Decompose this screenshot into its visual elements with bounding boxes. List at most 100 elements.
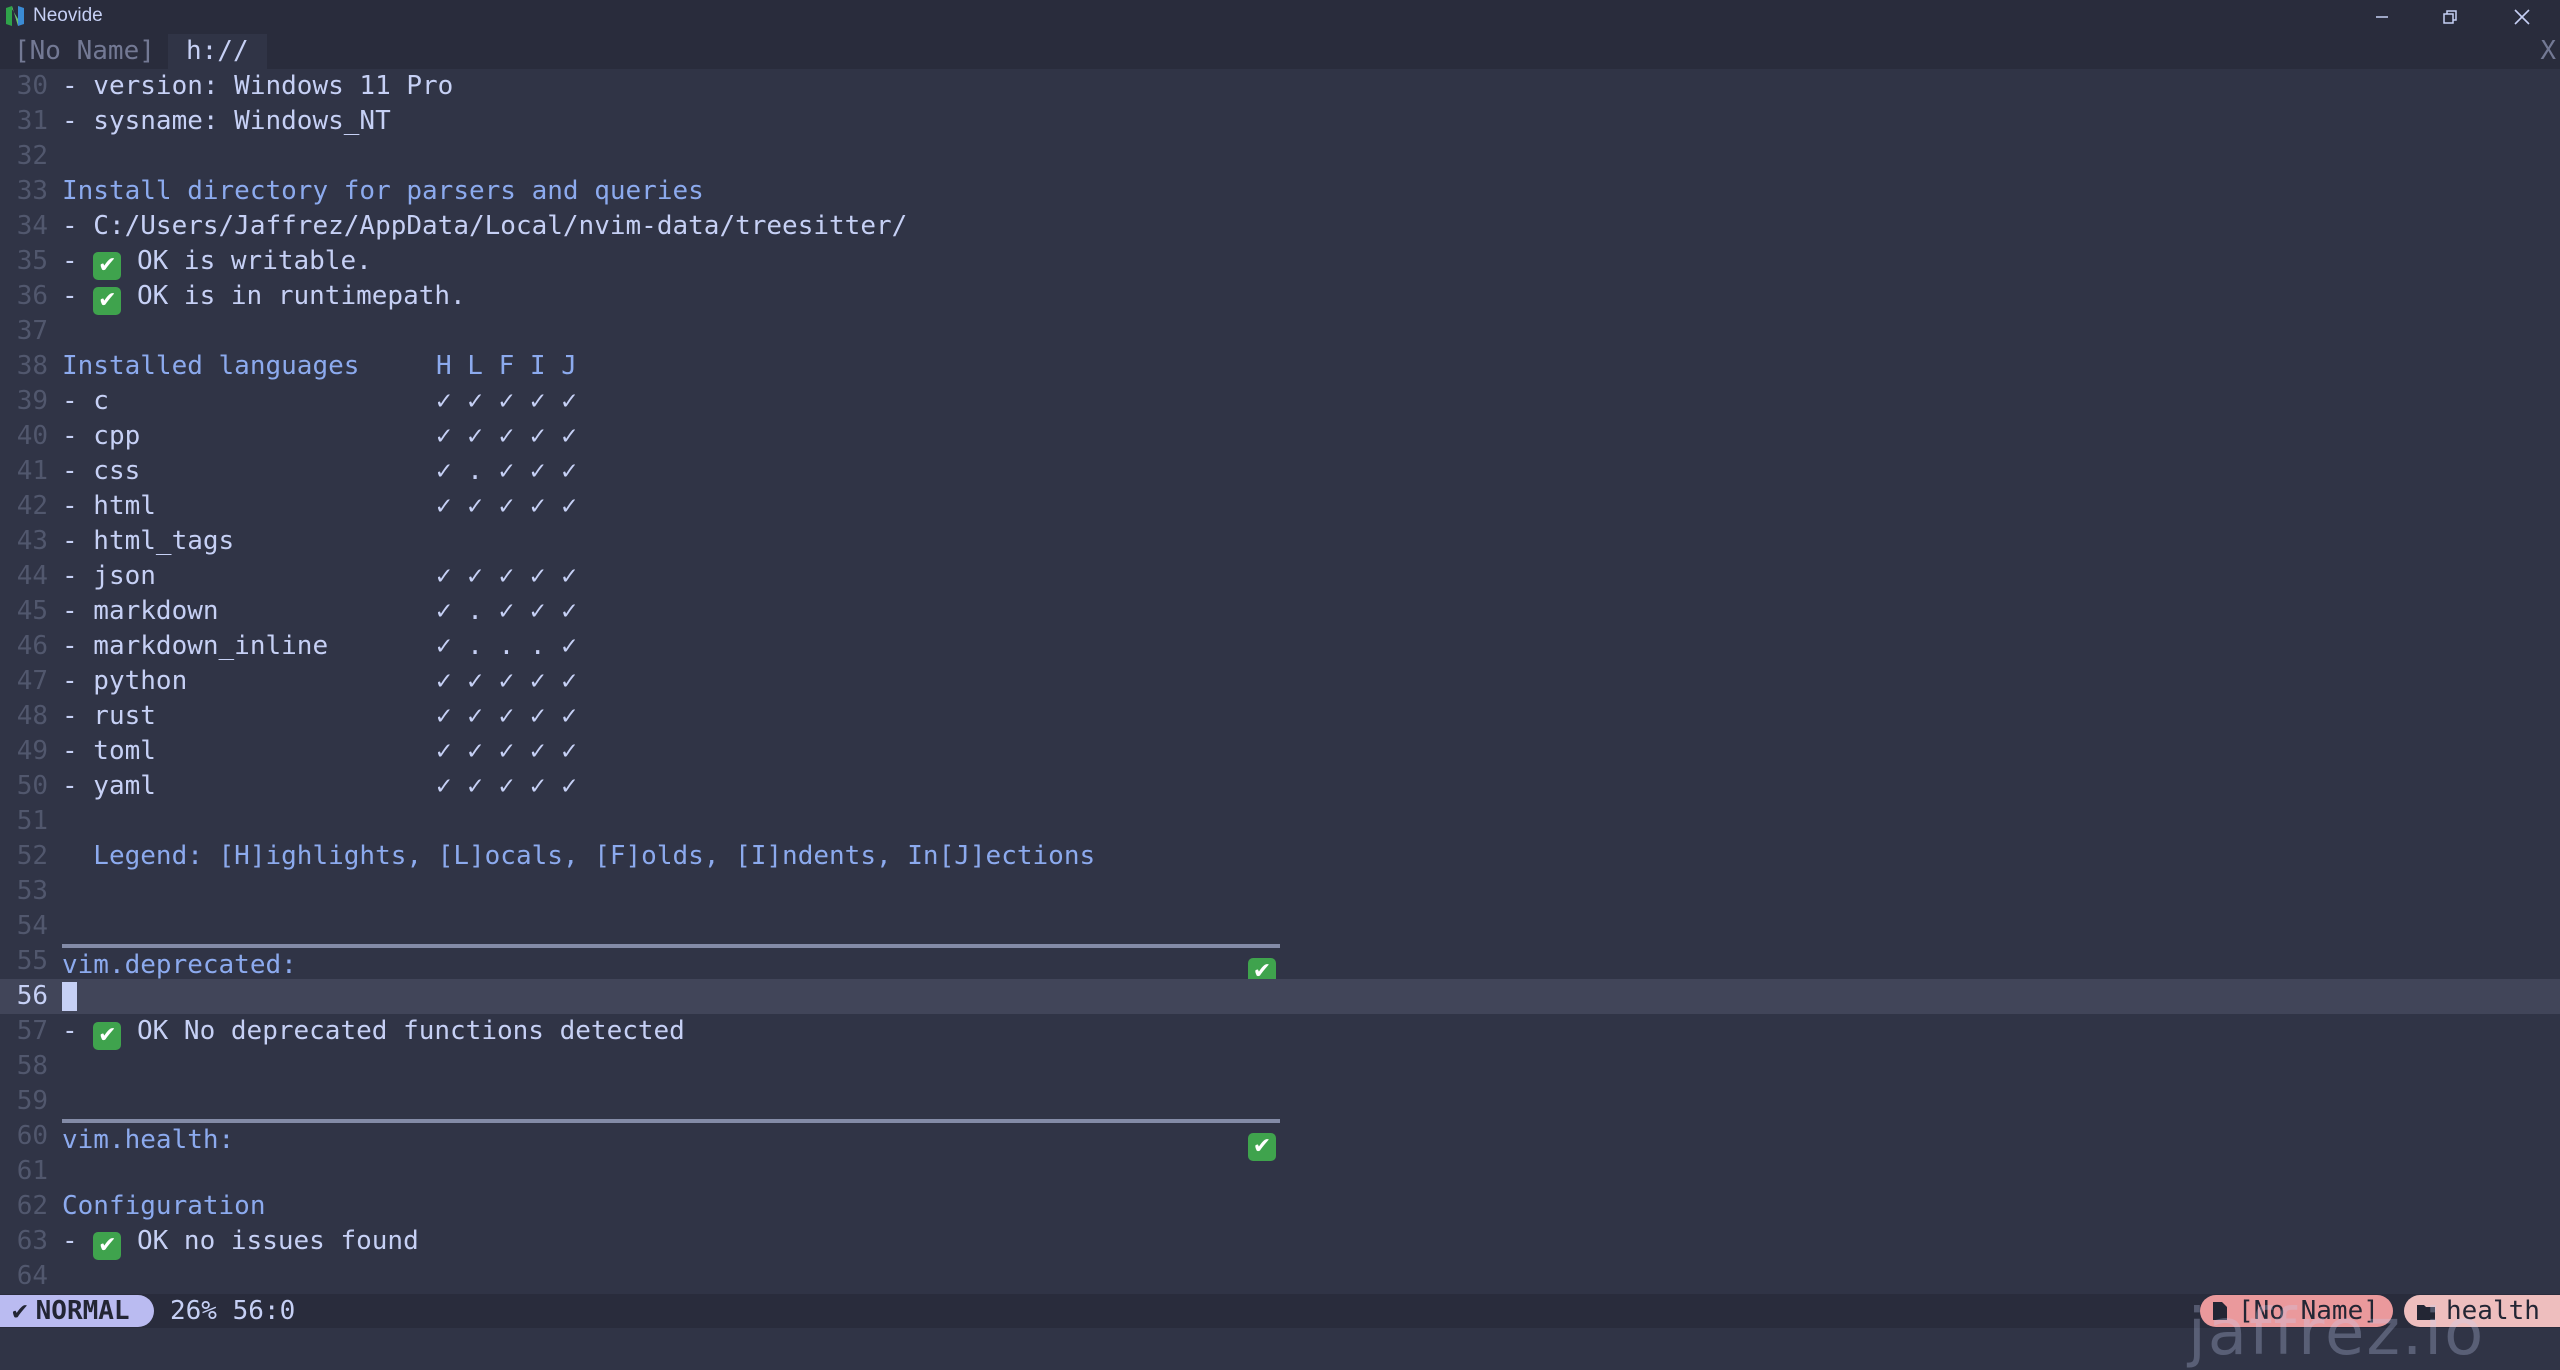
section-heading: Installed languages [62, 351, 360, 381]
bullet: - [62, 1226, 94, 1256]
line-number: 47 [16, 666, 48, 696]
line-number: 48 [16, 701, 48, 731]
line-number: 32 [16, 141, 48, 171]
line-number: 57 [16, 1016, 48, 1046]
line-number: 63 [16, 1226, 48, 1256]
buffer-line: 30 - version: Windows 11 Pro [0, 69, 2560, 104]
tab-health[interactable]: h:// [168, 34, 267, 69]
line-number: 46 [16, 631, 48, 661]
section-heading: vim.deprecated: [62, 950, 297, 980]
watermark: jaffrez.io [2188, 1296, 2486, 1370]
close-icon [2514, 9, 2530, 25]
line-number: 45 [16, 596, 48, 626]
editor-buffer[interactable]: 30 - version: Windows 11 Pro 31 - sysnam… [0, 69, 2560, 1294]
language-flags-header: H L F I J [436, 351, 577, 381]
language-flags: ✓ ✓ ✓ ✓ ✓ [436, 421, 577, 451]
check-ok-icon: ✔ [93, 1022, 122, 1050]
buffer-line: 61 [0, 1154, 2560, 1189]
tabline: [No Name] h:// X [0, 34, 2560, 69]
line-number: 55 [16, 946, 48, 976]
language-name: - json [62, 561, 156, 591]
line-number: 60 [16, 1121, 48, 1151]
line-text: OK No deprecated functions detected [121, 1016, 685, 1046]
line-number: 50 [16, 771, 48, 801]
line-number: 44 [16, 561, 48, 591]
buffer-line: 58 [0, 1049, 2560, 1084]
language-name: - python [62, 666, 188, 696]
line-number: 33 [16, 176, 48, 206]
buffer-line: 57 - ✔ OK No deprecated functions detect… [0, 1014, 2560, 1050]
tab-no-name[interactable]: [No Name] [14, 34, 155, 69]
buffer-line: 31 - sysname: Windows_NT [0, 104, 2560, 139]
language-name: - markdown [62, 596, 219, 626]
language-flags: ✓ ✓ ✓ ✓ ✓ [436, 736, 577, 766]
buffer-line: 51 [0, 804, 2560, 839]
language-flags: ✓ ✓ ✓ ✓ ✓ [436, 386, 577, 416]
bullet: - [62, 281, 94, 311]
language-name: - yaml [62, 771, 156, 801]
language-flags: ✓ . ✓ ✓ ✓ [436, 456, 577, 486]
line-number: 58 [16, 1051, 48, 1081]
buffer-line: 53 [0, 874, 2560, 909]
buffer-line: 38 Installed languages H L F I J [0, 349, 2560, 384]
cursor-line: 56 [0, 979, 2560, 1014]
language-row: 48 - rust ✓ ✓ ✓ ✓ ✓ [0, 699, 2560, 734]
language-row: 50 - yaml ✓ ✓ ✓ ✓ ✓ [0, 769, 2560, 804]
language-row: 39 - c ✓ ✓ ✓ ✓ ✓ [0, 384, 2560, 419]
line-text: - C:/Users/Jaffrez/AppData/Local/nvim-da… [62, 211, 908, 241]
language-name: - css [62, 456, 141, 486]
line-number: 56 [16, 981, 48, 1011]
buffer-line: 35 - ✔ OK is writable. [0, 244, 2560, 280]
close-window-button[interactable] [2488, 0, 2556, 34]
neovide-logo-icon [6, 6, 24, 26]
buffer-line: 63 - ✔ OK no issues found [0, 1224, 2560, 1260]
line-number: 59 [16, 1086, 48, 1116]
status-line: ✔ NORMAL 26% 56:0 [No Name] health [0, 1294, 2560, 1328]
buffer-line: 33 Install directory for parsers and que… [0, 174, 2560, 209]
check-ok-icon: ✔ [93, 252, 122, 280]
buffer-line: 60 vim.health: ✔ [0, 1119, 2560, 1161]
line-number: 54 [16, 911, 48, 941]
line-number: 52 [16, 841, 48, 871]
command-line[interactable] [0, 1328, 2560, 1368]
maximize-button[interactable] [2416, 0, 2484, 34]
section-heading: Configuration [62, 1191, 266, 1221]
line-text: - version: Windows 11 Pro [62, 71, 454, 101]
language-flags: ✓ . ✓ ✓ ✓ [436, 596, 577, 626]
window-title-bar: Neovide [0, 0, 2560, 34]
vim-icon: ✔ [12, 1296, 28, 1326]
language-row: 44 - json ✓ ✓ ✓ ✓ ✓ [0, 559, 2560, 594]
buffer-line: 64 [0, 1259, 2560, 1294]
line-number: 62 [16, 1191, 48, 1221]
language-row: 40 - cpp ✓ ✓ ✓ ✓ ✓ [0, 419, 2560, 454]
language-row: 43 - html_tags [0, 524, 2560, 559]
minimize-button[interactable] [2348, 0, 2416, 34]
buffer-line: 36 - ✔ OK is in runtimepath. [0, 279, 2560, 315]
line-text: OK is in runtimepath. [121, 281, 466, 311]
language-row: 41 - css ✓ . ✓ ✓ ✓ [0, 454, 2560, 489]
language-flags: ✓ ✓ ✓ ✓ ✓ [436, 666, 577, 696]
mode-label: NORMAL [35, 1296, 130, 1326]
buffer-line: 34 - C:/Users/Jaffrez/AppData/Local/nvim… [0, 209, 2560, 244]
section-divider [62, 1119, 1280, 1123]
language-row: 46 - markdown_inline ✓ . . . ✓ [0, 629, 2560, 664]
line-number: 34 [16, 211, 48, 241]
line-number: 39 [16, 386, 48, 416]
line-text: - sysname: Windows_NT [62, 106, 391, 136]
line-text: OK is writable. [121, 246, 372, 276]
language-row: 49 - toml ✓ ✓ ✓ ✓ ✓ [0, 734, 2560, 769]
line-text: OK no issues found [121, 1226, 419, 1256]
buffer-line: 52 Legend: [H]ighlights, [L]ocals, [F]ol… [0, 839, 2560, 874]
check-ok-icon: ✔ [93, 287, 122, 315]
buffer-line: 54 [0, 909, 2560, 944]
line-number: 61 [16, 1156, 48, 1186]
line-number: 31 [16, 106, 48, 136]
language-row: 42 - html ✓ ✓ ✓ ✓ ✓ [0, 489, 2560, 524]
buffer-line: 59 [0, 1084, 2560, 1119]
line-number: 43 [16, 526, 48, 556]
language-flags: ✓ . . . ✓ [436, 631, 577, 661]
buffer-line: 32 [0, 139, 2560, 174]
buffer-line: 55 vim.deprecated: ✔ [0, 944, 2560, 986]
language-row: 45 - markdown ✓ . ✓ ✓ ✓ [0, 594, 2560, 629]
tab-close-button[interactable]: X [2540, 34, 2556, 69]
